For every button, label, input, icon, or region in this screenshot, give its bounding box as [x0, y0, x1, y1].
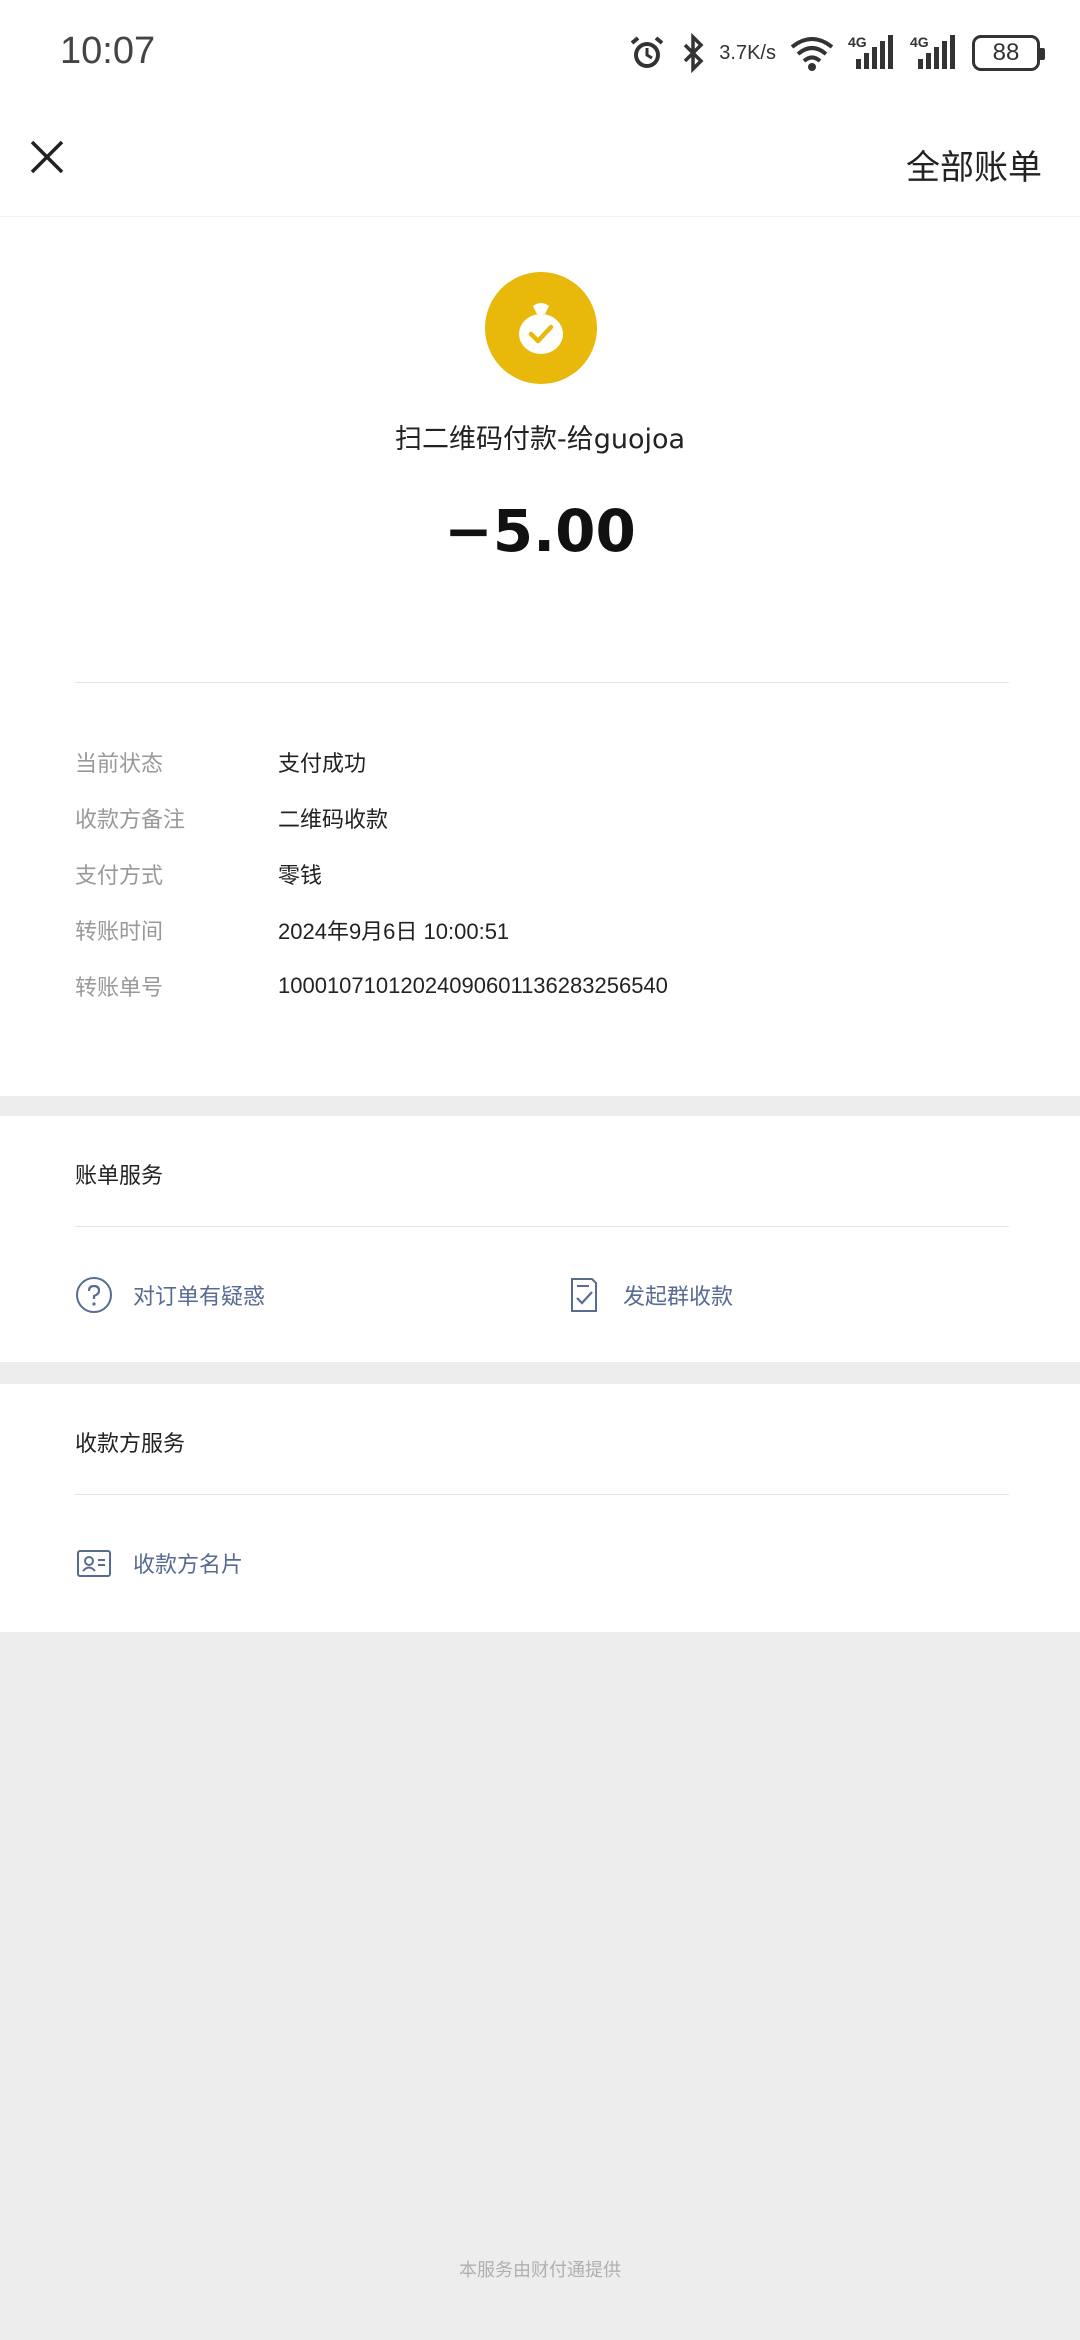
svg-text:4G: 4G [910, 34, 929, 50]
bluetooth-icon [679, 33, 707, 73]
nav-bar: 全部账单 [0, 110, 1080, 216]
merchant-name: 扫二维码付款-给guojoa [394, 424, 686, 455]
detail-label: 支付方式 [75, 864, 164, 889]
contact-card-icon [77, 1550, 111, 1577]
detail-value: 2024年9月6日 10:00:51 [278, 919, 510, 944]
svg-text:4G: 4G [848, 34, 867, 50]
money-bag-check-icon [485, 272, 597, 384]
detail-row-payment-method: 支付方式 零钱 [75, 854, 322, 894]
detail-value: 二维码收款 [278, 807, 389, 832]
payee-services-section: 收款方服务 收款方名片 [0, 1384, 1080, 1632]
section-title: 收款方服务 [75, 1432, 186, 1457]
status-icons: 3.7 K/s 4G 4G 88 [627, 28, 1045, 78]
signal-4g-icon: 4G [848, 33, 898, 73]
close-button[interactable] [22, 132, 72, 182]
detail-label: 收款方备注 [75, 808, 186, 833]
signal-4g-icon: 4G [910, 33, 960, 73]
divider [75, 1226, 1009, 1227]
detail-value: 零钱 [278, 863, 323, 888]
detail-value: 支付成功 [278, 751, 367, 776]
section-title: 账单服务 [75, 1164, 164, 1189]
question-circle-icon [76, 1277, 112, 1313]
network-speed: 3.7 K/s [719, 41, 776, 64]
document-check-icon [571, 1278, 597, 1312]
divider [75, 682, 1009, 683]
transaction-card: 扫二维码付款-给guojoa −5.00 当前状态 支付成功 收款方备注 二维码… [0, 216, 1080, 1096]
status-bar: 10:07 3.7 K/s 4G 4G 88 [0, 0, 1080, 110]
detail-row-order-number: 转账单号 100010710120240906011362832565​40 [75, 966, 668, 1006]
wifi-icon [788, 33, 836, 73]
detail-label: 转账单号 [75, 976, 164, 1001]
service-label: 发起群收款 [623, 1285, 734, 1310]
transaction-detail-page: 10:07 3.7 K/s 4G 4G 88 全部账单 扫二维码付款-给guoj… [0, 0, 1080, 2340]
service-label: 收款方名片 [133, 1553, 244, 1578]
divider [75, 1494, 1009, 1495]
order-question-button[interactable]: 对订单有疑惑 [75, 1276, 265, 1314]
alarm-icon [627, 33, 667, 73]
group-collect-button[interactable]: 发起群收款 [565, 1276, 733, 1314]
close-icon [30, 140, 64, 174]
detail-row-remark: 收款方备注 二维码收款 [75, 798, 388, 838]
bill-services-section: 账单服务 对订单有疑惑 发起群收款 [0, 1116, 1080, 1362]
payee-card-button[interactable]: 收款方名片 [75, 1544, 243, 1582]
status-time: 10:07 [60, 30, 156, 72]
footer-text: 本服务由财付通提供 [459, 2260, 621, 2281]
transaction-amount: −5.00 [444, 497, 636, 565]
detail-row-status: 当前状态 支付成功 [75, 742, 366, 782]
detail-value[interactable]: 100010710120240906011362832565​40 [278, 973, 668, 999]
battery-indicator: 88 [972, 35, 1045, 71]
detail-row-time: 转账时间 2024年9月6日 10:00:51 [75, 910, 509, 950]
service-label: 对订单有疑惑 [133, 1285, 266, 1310]
detail-label: 当前状态 [75, 752, 164, 777]
all-bills-link[interactable]: 全部账单 [906, 140, 1042, 189]
detail-label: 转账时间 [75, 920, 164, 945]
